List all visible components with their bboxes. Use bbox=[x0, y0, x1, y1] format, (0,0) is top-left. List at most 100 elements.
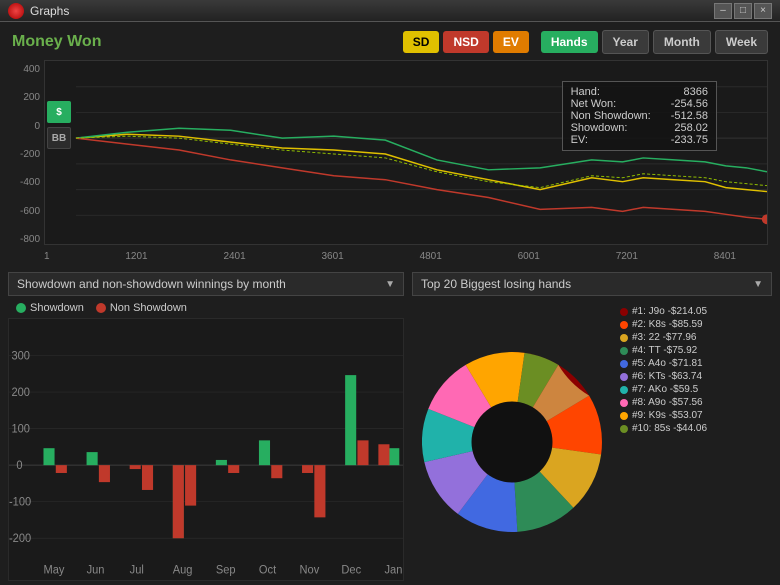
tooltip-nonsd-label: Non Showdown: bbox=[571, 110, 651, 122]
x-axis: 1 1201 2401 3601 4801 6001 7201 8401 bbox=[12, 249, 768, 264]
pie-legend-label: #2: K8s -$85.59 bbox=[632, 319, 703, 330]
bar-chart-dropdown[interactable]: Showdown and non-showdown winnings by mo… bbox=[8, 272, 404, 296]
pie-chart-area bbox=[412, 302, 612, 581]
pie-legend-label: #1: J9o -$214.05 bbox=[632, 306, 707, 317]
svg-text:Jul: Jul bbox=[130, 564, 144, 576]
nonshowdown-label: Non Showdown bbox=[110, 302, 187, 314]
bar-chart-dropdown-arrow: ▼ bbox=[385, 279, 395, 290]
svg-text:-100: -100 bbox=[9, 496, 31, 508]
pie-legend-item: #7: AKo -$59.5 bbox=[620, 384, 772, 395]
pie-legend-dot bbox=[620, 399, 628, 407]
pie-legend-item: #3: 22 -$77.96 bbox=[620, 332, 772, 343]
nonshowdown-dot bbox=[96, 303, 106, 313]
pie-legend-label: #8: A9o -$57.56 bbox=[632, 397, 703, 408]
svg-text:200: 200 bbox=[11, 387, 29, 399]
tooltip-nonsd-value: -512.58 bbox=[671, 110, 708, 122]
pie-legend-item: #4: TT -$75.92 bbox=[620, 345, 772, 356]
x-label: 2401 bbox=[223, 251, 245, 262]
bar-chart-legend: Showdown Non Showdown bbox=[8, 302, 404, 314]
y-axis: 400 200 0 -200 -400 -600 -800 bbox=[12, 60, 44, 249]
x-label: 1201 bbox=[125, 251, 147, 262]
app-icon bbox=[8, 3, 24, 19]
pie-legend: #1: J9o -$214.05 #2: K8s -$85.59 #3: 22 … bbox=[620, 302, 772, 581]
dollar-button[interactable]: $ bbox=[47, 101, 71, 123]
svg-text:Aug: Aug bbox=[173, 564, 193, 576]
pie-legend-dot bbox=[620, 412, 628, 420]
x-label: 4801 bbox=[420, 251, 442, 262]
pie-legend-item: #9: K9s -$53.07 bbox=[620, 410, 772, 421]
pie-legend-item: #6: KTs -$63.74 bbox=[620, 371, 772, 382]
chart-left-buttons: $ BB bbox=[47, 101, 71, 149]
pie-legend-label: #9: K9s -$53.07 bbox=[632, 410, 703, 421]
x-label: 7201 bbox=[616, 251, 638, 262]
main-chart: $ BB bbox=[44, 60, 768, 245]
y-label: 200 bbox=[12, 92, 40, 103]
y-label: 0 bbox=[12, 121, 40, 132]
month-button[interactable]: Month bbox=[653, 30, 711, 54]
x-label: 8401 bbox=[714, 251, 736, 262]
window-title: Graphs bbox=[30, 4, 714, 18]
pie-legend-label: #3: 22 -$77.96 bbox=[632, 332, 697, 343]
x-label: 3601 bbox=[322, 251, 344, 262]
pie-legend-label: #6: KTs -$63.74 bbox=[632, 371, 702, 382]
tooltip-ev-value: -233.75 bbox=[671, 134, 708, 146]
pie-chart-dropdown[interactable]: Top 20 Biggest losing hands ▼ bbox=[412, 272, 772, 296]
legend-nonshowdown: Non Showdown bbox=[96, 302, 187, 314]
pie-chart-dropdown-arrow: ▼ bbox=[753, 279, 763, 290]
pie-legend-item: #10: 85s -$44.06 bbox=[620, 423, 772, 434]
svg-text:Jun: Jun bbox=[87, 564, 105, 576]
week-button[interactable]: Week bbox=[715, 30, 768, 54]
top-controls: Money Won SD NSD EV Hands Year Month Wee… bbox=[12, 30, 768, 54]
showdown-dot bbox=[16, 303, 26, 313]
bar-chart-dropdown-label: Showdown and non-showdown winnings by mo… bbox=[17, 277, 385, 291]
pie-legend-dot bbox=[620, 373, 628, 381]
y-label: 400 bbox=[12, 64, 40, 75]
nsd-button[interactable]: NSD bbox=[443, 31, 488, 53]
year-button[interactable]: Year bbox=[602, 30, 649, 54]
main-content: Money Won SD NSD EV Hands Year Month Wee… bbox=[0, 22, 780, 585]
tooltip-hand-value: 8366 bbox=[684, 86, 708, 98]
tooltip-sd-value: 258.02 bbox=[674, 122, 708, 134]
y-label: -200 bbox=[12, 149, 40, 160]
hands-button[interactable]: Hands bbox=[541, 31, 598, 53]
bb-button[interactable]: BB bbox=[47, 127, 71, 149]
pie-legend-item: #8: A9o -$57.56 bbox=[620, 397, 772, 408]
pie-legend-label: #4: TT -$75.92 bbox=[632, 345, 697, 356]
svg-text:300: 300 bbox=[11, 350, 29, 362]
pie-chart-svg bbox=[422, 352, 602, 532]
pie-legend-dot bbox=[620, 347, 628, 355]
close-button[interactable]: × bbox=[754, 3, 772, 19]
pie-legend-dot bbox=[620, 308, 628, 316]
x-label: 1 bbox=[44, 251, 50, 262]
right-panel: Top 20 Biggest losing hands ▼ bbox=[412, 272, 772, 581]
svg-text:-200: -200 bbox=[9, 533, 31, 545]
pie-legend-dot bbox=[620, 360, 628, 368]
tooltip-sd-label: Showdown: bbox=[571, 122, 628, 134]
svg-text:Sep: Sep bbox=[216, 564, 236, 576]
tooltip-ev-label: EV: bbox=[571, 134, 588, 146]
pie-legend-label: #5: A4o -$71.81 bbox=[632, 358, 703, 369]
bar-chart: 300 200 100 0 -100 -200 bbox=[8, 318, 404, 581]
svg-text:Oct: Oct bbox=[259, 564, 277, 576]
pie-legend-dot bbox=[620, 386, 628, 394]
minimize-button[interactable]: – bbox=[714, 3, 732, 19]
tooltip-netwon-value: -254.56 bbox=[671, 98, 708, 110]
svg-text:Jan: Jan bbox=[385, 564, 403, 576]
y-label: -600 bbox=[12, 206, 40, 217]
chart-tooltip: Hand:8366 Net Won:-254.56 Non Showdown:-… bbox=[562, 81, 717, 151]
pie-legend-dot bbox=[620, 321, 628, 329]
svg-text:0: 0 bbox=[16, 460, 22, 472]
sd-button[interactable]: SD bbox=[403, 31, 440, 53]
y-label: -400 bbox=[12, 177, 40, 188]
pie-legend-item: #1: J9o -$214.05 bbox=[620, 306, 772, 317]
chart-type-buttons: SD NSD EV bbox=[403, 31, 529, 53]
tooltip-netwon-label: Net Won: bbox=[571, 98, 617, 110]
pie-legend-label: #7: AKo -$59.5 bbox=[632, 384, 698, 395]
svg-text:Nov: Nov bbox=[300, 564, 320, 576]
maximize-button[interactable]: □ bbox=[734, 3, 752, 19]
svg-text:May: May bbox=[43, 564, 64, 576]
ev-button[interactable]: EV bbox=[493, 31, 529, 53]
title-bar: Graphs – □ × bbox=[0, 0, 780, 22]
svg-text:100: 100 bbox=[11, 423, 29, 435]
x-label: 6001 bbox=[518, 251, 540, 262]
